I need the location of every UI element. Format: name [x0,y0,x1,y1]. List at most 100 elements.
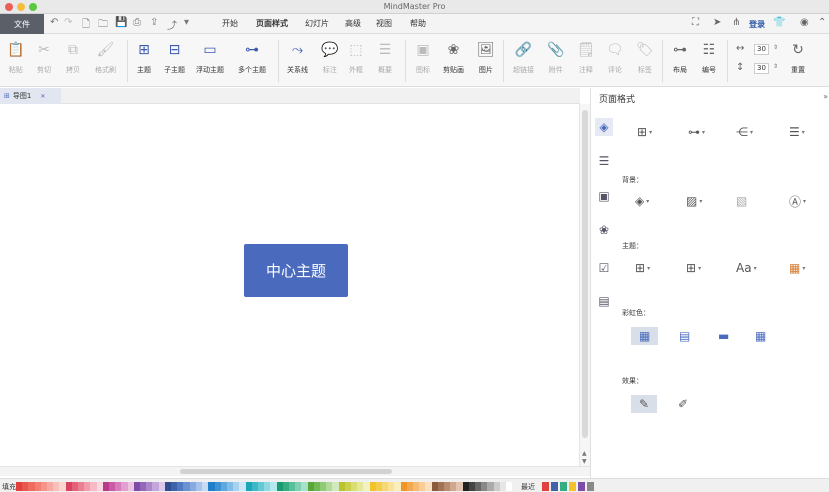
relationship-button[interactable]: ⤳ 关系线 [287,34,308,87]
send-icon[interactable]: ➤ [713,17,721,28]
paste-button[interactable]: 📋 粘贴 [7,34,24,87]
outline-tab-icon[interactable]: ▤ [595,292,613,310]
background-image-option[interactable]: ▨ ▾ [686,192,702,210]
image-tab-icon[interactable]: ▣ [595,187,613,205]
recent-color-swatch[interactable] [542,482,549,491]
horizontal-scroll-thumb[interactable] [180,469,392,474]
icon-button[interactable]: ▣ 图标 [416,34,430,87]
menu-view[interactable]: 视图 [376,18,392,29]
floating-topic-button[interactable]: ▭ 浮动主题 [196,34,224,87]
subtopic-button[interactable]: ⊟ 子主题 [164,34,185,87]
attachment-button[interactable]: 📎 附件 [547,34,564,87]
shirt-icon[interactable]: 👕 [773,17,785,28]
hand-drawn-effect-option[interactable]: ✎ [631,395,658,413]
background-color-option[interactable]: ◈ ▾ [635,192,649,210]
vertical-spacing-input[interactable]: 30 [754,63,769,74]
save-icon[interactable]: 💾 [115,17,127,28]
numbering-button[interactable]: ☷ 编号 [702,34,716,87]
page-format-tab-icon[interactable]: ◈ [595,118,613,136]
menu-slides[interactable]: 幻灯片 [305,18,329,29]
print-icon[interactable]: ⎙ [133,17,141,28]
format-painter-button[interactable]: 🖌 格式刷 [95,34,116,87]
list-layout-option[interactable]: ☰ ▾ [789,123,805,141]
fill-color-icon: ◈ [635,194,645,208]
horizontal-spacing-icon: ↔ [736,43,745,54]
theme-style-option[interactable]: ⊞ ▾ [686,259,701,277]
recent-color-swatch[interactable] [569,482,576,491]
topic-button[interactable]: ⊞ 主题 [137,34,151,87]
recent-color-swatch[interactable] [560,482,567,491]
comment-button[interactable]: 🗨 评论 [606,34,624,87]
boundary-button[interactable]: ⬚ 外框 [349,34,363,87]
theme-option[interactable]: ⊞ ▾ [635,259,650,277]
dropdown-icon: ▾ [699,197,703,205]
branch-layout-option[interactable]: ⋲ ▾ [736,123,753,141]
reset-button[interactable]: ↻ 重置 [791,34,805,87]
tree-layout-option[interactable]: ⊶ ▾ [688,123,705,141]
ribbon-separator [503,40,504,82]
rainbow-option-2[interactable]: ▤ [679,327,690,345]
document-tab[interactable]: ⊞ 导图1 ✕ [0,88,61,104]
rainbow-option-3[interactable]: ▬ [718,327,729,345]
recent-color-swatch[interactable] [578,482,585,491]
login-button[interactable]: 登录 [749,19,765,30]
theme-font-option[interactable]: Aa ▾ [736,259,757,277]
image-button[interactable]: 🖼 图片 [477,34,495,87]
quick-access-dropdown-icon[interactable]: ▾ [184,17,189,28]
share-network-icon[interactable]: ⋔ [732,17,740,28]
multiple-topics-button[interactable]: ⊶ 多个主题 [238,34,266,87]
vertical-scrollbar[interactable]: ▲ ▼ [579,104,590,466]
copy-button[interactable]: ⧉ 拷贝 [66,34,80,87]
scroll-down-icon[interactable]: ▼ [582,458,587,465]
undo-icon[interactable]: ↶ [50,17,58,28]
clipart-button[interactable]: ❀ 剪贴画 [443,34,464,87]
hyperlink-button[interactable]: 🔗 超链接 [513,34,534,87]
fullscreen-icon[interactable]: ⛶ [692,17,699,28]
export-icon[interactable]: ⇪ [150,17,158,28]
tag-button[interactable]: 🏷 标签 [636,34,654,87]
panel-collapse-icon[interactable]: » [823,92,828,101]
menu-help[interactable]: 帮助 [410,18,426,29]
menu-advanced[interactable]: 高级 [345,18,361,29]
recent-color-swatch[interactable] [587,482,594,491]
note-button[interactable]: 🗒 注释 [577,34,595,87]
close-tab-icon[interactable]: ✕ [40,93,45,100]
account-icon[interactable]: ◉ [800,17,809,28]
grid-layout-icon: ⊞ [637,125,648,139]
file-menu-button[interactable]: 文件 [0,14,44,34]
text-style-option[interactable]: Ⓐ ▾ [789,192,806,210]
cut-button[interactable]: ✂ 剪切 [37,34,51,87]
spin-icon[interactable]: ⇕ [773,44,778,51]
structure-option[interactable]: ⊞ ▾ [637,123,652,141]
scroll-up-icon[interactable]: ▲ [582,450,587,457]
horizontal-spacing-input[interactable]: 30 [754,44,769,55]
clipart-tab-icon[interactable]: ❀ [595,221,613,239]
new-file-icon[interactable]: 🗋 [82,17,90,34]
central-topic[interactable]: 中心主题 [244,244,348,297]
watermark-option[interactable]: ▧ [736,192,747,210]
summary-button[interactable]: ☰ 概要 [378,34,392,87]
spin-icon[interactable]: ⇕ [773,63,778,70]
callout-button[interactable]: 💬 标注 [321,34,338,87]
theme-color-option[interactable]: ▦ ▾ [789,259,805,277]
menu-start[interactable]: 开始 [222,18,238,29]
rainbow-option-1[interactable]: ▦ [631,327,659,345]
open-folder-icon[interactable]: 🗀 [98,17,108,34]
color-swatch[interactable] [506,482,513,491]
rainbow-option-4[interactable]: ▦ [755,327,766,345]
menu-page-style[interactable]: 页面样式 [256,18,288,29]
sketch-effect-option[interactable]: ✐ [678,395,688,413]
task-tab-icon[interactable]: ☑ [595,259,613,277]
layout-button[interactable]: ⊶ 布局 [673,34,687,87]
collapse-icon[interactable]: ⌃ [818,17,826,28]
recent-color-swatch[interactable] [551,482,558,491]
color-swatches[interactable] [16,482,513,491]
redo-icon[interactable]: ↷ [64,17,72,28]
share-icon[interactable]: ⤴ [167,17,177,32]
recent-colors[interactable] [542,482,594,491]
vertical-scroll-thumb[interactable] [582,110,588,438]
mindmap-canvas[interactable]: 中心主题 [0,104,579,464]
horizontal-scrollbar[interactable] [0,466,590,476]
dropdown-icon: ▾ [702,128,706,136]
format-list-tab-icon[interactable]: ☰ [595,152,613,170]
